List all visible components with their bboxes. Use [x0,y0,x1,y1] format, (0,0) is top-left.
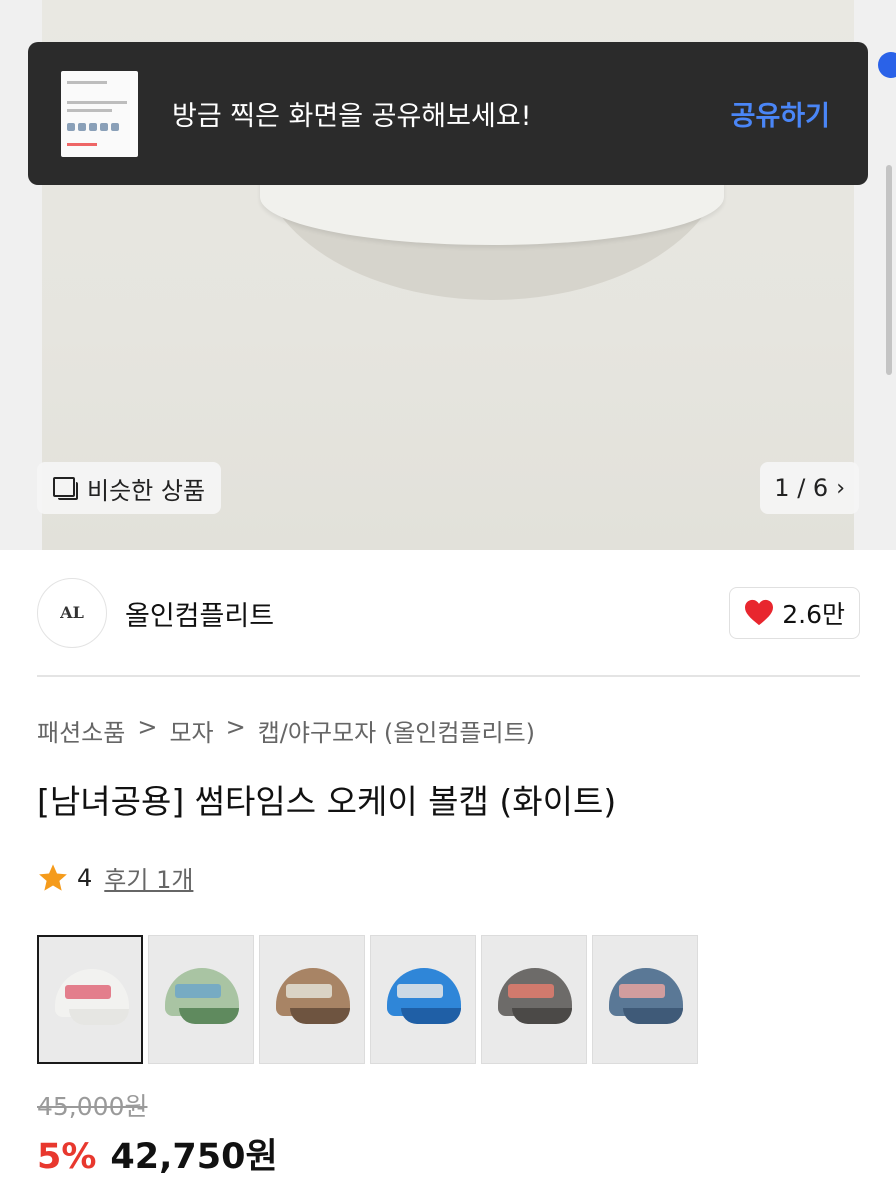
like-count: 2.6만 [782,600,845,629]
star-icon [39,863,67,891]
cap-embroidery [175,984,221,998]
price-row: 5% 42,750원 [37,1128,278,1179]
breadcrumb-item[interactable]: 모자 [169,713,213,748]
color-swatch-white[interactable] [37,935,143,1064]
color-swatch-charcoal[interactable] [481,935,587,1064]
scrollbar-thumb[interactable] [886,165,892,375]
chevron-right-icon: > [137,713,158,741]
share-button[interactable]: 공유하기 [731,94,830,133]
heart-icon [745,599,774,626]
similar-products-button[interactable]: 비슷한 상품 [37,462,222,514]
chevron-right-icon: > [225,713,246,741]
brand-logo-mark: AL [60,603,84,622]
screenshot-thumbnail[interactable] [61,70,138,157]
toast-message: 방금 찍은 화면을 공유해보세요! [172,101,532,132]
rating-row: 4 후기 1개 [37,860,193,895]
cap-brim [401,1008,461,1024]
cap-embroidery [65,985,111,999]
screenshot-share-toast: 방금 찍은 화면을 공유해보세요! 공유하기 [28,42,868,185]
brand-logo[interactable]: AL [37,578,107,648]
product-title: [남녀공용] 썸타임스 오케이 볼캡 (화이트) [37,782,617,821]
brand-name[interactable]: 올인컴플리트 [125,594,729,633]
color-swatch-brown[interactable] [259,935,365,1064]
breadcrumb-item[interactable]: 패션소품 [37,713,125,748]
color-swatch-denim[interactable] [592,935,698,1064]
color-swatches [37,935,703,1064]
color-swatch-mint[interactable] [148,935,254,1064]
cap-brim [69,1009,129,1025]
cap-embroidery [619,984,665,998]
like-button[interactable]: 2.6만 [729,587,860,639]
image-counter-button[interactable]: 1 / 6 › [760,462,859,514]
rating-value: 4 [77,863,93,892]
image-counter: 1 / 6 [774,474,829,502]
chevron-right-icon: › [836,475,845,501]
review-link[interactable]: 후기 1개 [104,860,193,895]
cap-embroidery [286,984,332,998]
cap-embroidery [508,984,554,998]
cap-brim [623,1008,683,1024]
divider [37,675,860,677]
similar-icon [53,477,78,500]
cap-brim [179,1008,239,1024]
color-swatch-blue[interactable] [370,935,476,1064]
original-price: 45,000원 [37,1092,148,1121]
cap-embroidery [397,984,443,998]
breadcrumb: 패션소품 > 모자 > 캡/야구모자 (올인컴플리트) [37,713,535,748]
cap-brim [512,1008,572,1024]
breadcrumb-item[interactable]: 캡/야구모자 (올인컴플리트) [258,713,535,748]
discount-rate: 5% [37,1137,97,1177]
brand-row: AL 올인컴플리트 2.6만 [37,578,860,648]
similar-products-label: 비슷한 상품 [87,476,206,505]
cap-brim [290,1008,350,1024]
sale-price: 42,750원 [110,1137,278,1177]
